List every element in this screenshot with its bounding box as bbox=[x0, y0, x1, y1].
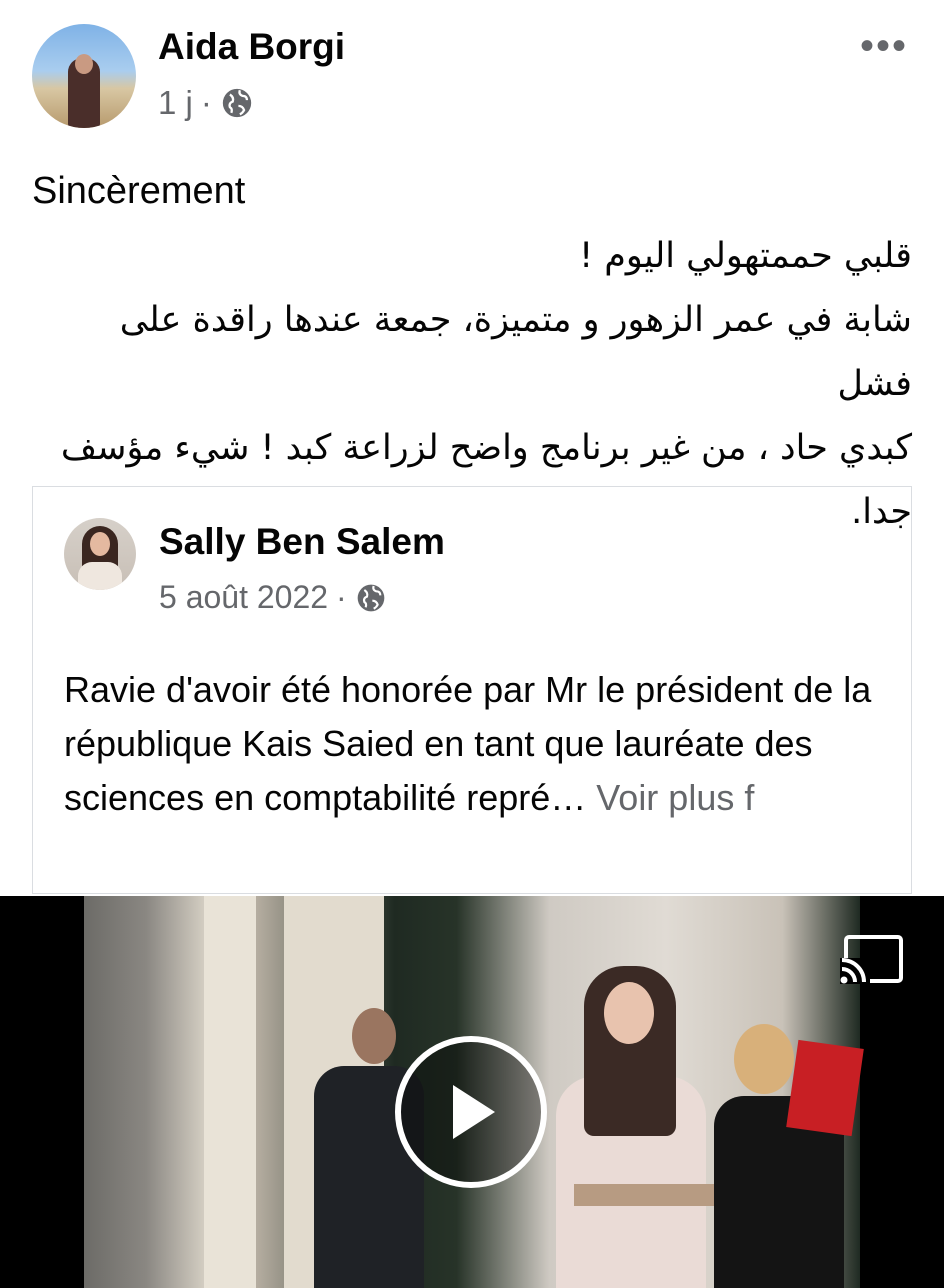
post-caption: Sincèrement bbox=[32, 170, 246, 212]
globe-icon bbox=[357, 584, 385, 611]
author-name[interactable]: Aida Borgi bbox=[158, 26, 345, 68]
video-player[interactable] bbox=[0, 896, 944, 1288]
post-header: Aida Borgi 1 j · ••• bbox=[0, 0, 944, 150]
shared-post-card[interactable]: Sally Ben Salem 5 août 2022 · Ravie d'av… bbox=[32, 486, 912, 894]
shared-post-text: Ravie d'avoir été honorée par Mr le prés… bbox=[64, 663, 894, 825]
play-icon bbox=[453, 1085, 495, 1139]
post-time[interactable]: 1 j bbox=[158, 84, 193, 122]
see-more-link[interactable]: Voir plus f bbox=[596, 777, 754, 818]
post-meta: 1 j · bbox=[158, 84, 254, 122]
shared-post-date[interactable]: 5 août 2022 bbox=[159, 579, 328, 616]
meta-separator: · bbox=[200, 84, 212, 121]
meta-separator: · bbox=[336, 579, 347, 615]
arabic-line: شابة في عمر الزهور و متميزة، جمعة عندها … bbox=[119, 300, 912, 404]
arabic-line: قلبي حممتهولي اليوم ! bbox=[579, 236, 912, 276]
play-button[interactable] bbox=[395, 1036, 547, 1188]
shared-author-name[interactable]: Sally Ben Salem bbox=[159, 521, 445, 563]
author-avatar[interactable] bbox=[32, 24, 136, 128]
more-options-icon[interactable]: ••• bbox=[860, 26, 908, 66]
globe-icon[interactable] bbox=[220, 86, 254, 120]
shared-author-avatar[interactable] bbox=[64, 518, 136, 590]
shared-post-meta: 5 août 2022 · bbox=[159, 579, 387, 616]
arabic-line: كبدي حاد ، من غير برنامج واضح لزراعة كبد… bbox=[60, 428, 912, 468]
cast-icon[interactable] bbox=[840, 934, 904, 984]
